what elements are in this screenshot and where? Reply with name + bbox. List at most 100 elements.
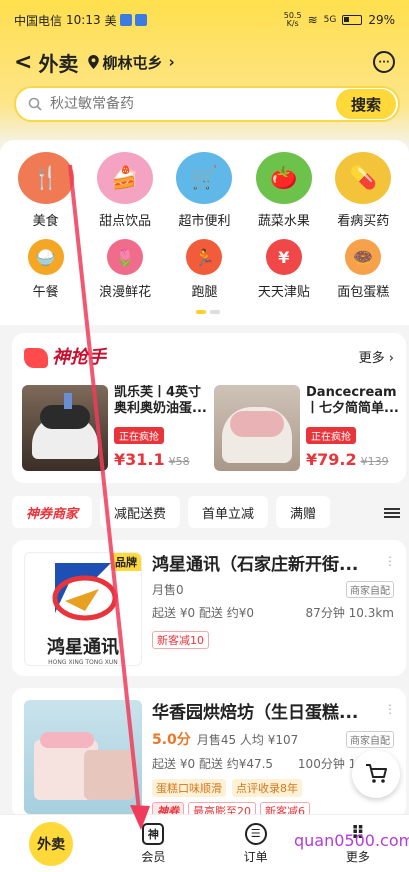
filter-chip[interactable]: 满赠 [276, 496, 331, 528]
shop-delivery: 起送 ¥0 配送 约¥0 [152, 606, 254, 620]
category-item[interactable]: 🍰 甜点饮品 [87, 140, 163, 229]
battery-level: 29% [368, 13, 395, 27]
category-grid: 🍴 美食 🍰 甜点饮品 🛒 超市便利 🍅 蔬菜水果 💊 看病买药 🍚 午餐 🌷 浪漫鲜花 🏃 跑腿 ¥ 天天津贴… [0, 140, 409, 325]
deal-name: Dancecream丨七夕简简单... [306, 385, 399, 416]
category-icon: 🍚 [27, 239, 64, 275]
more-options-icon[interactable]: ⋮ [384, 554, 396, 568]
filter-chip[interactable]: 首单立减 [188, 496, 269, 528]
category-item[interactable]: 💊 看病买药 [325, 140, 401, 229]
shop-logo-text: 鸿星通讯 [47, 637, 119, 658]
page-indicator [196, 310, 220, 314]
location-pin-icon [88, 55, 100, 69]
location-text[interactable]: 柳林屯乡 [102, 52, 162, 73]
deal-tag: 正在疯抢 [306, 427, 356, 444]
category-label: 浪漫鲜花 [99, 285, 152, 300]
wifi-icon: ≋ [307, 13, 318, 27]
shop-card[interactable]: 鸿星通讯 HONG XING TONG XUN 品牌 鸿星通讯（石家庄新开街..… [12, 540, 406, 676]
filter-chip[interactable]: 减配送费 [100, 496, 181, 528]
delivery-badge: 商家自配 [346, 730, 394, 748]
shop-logo: 鸿星通讯 HONG XING TONG XUN 品牌 [24, 552, 142, 666]
search-icon [28, 97, 42, 111]
filter-chip[interactable]: 神券商家 [12, 496, 93, 528]
category-label: 美食 [32, 214, 59, 229]
category-item[interactable]: 🌷 浪漫鲜花 [87, 229, 163, 300]
category-icon: ¥ [265, 239, 302, 275]
category-icon: 🍩 [345, 239, 382, 275]
category-item[interactable]: ¥ 天天津贴 [246, 229, 322, 300]
notification-icon [134, 14, 147, 26]
flash-sale-section: 神抢手 更多 › 凯乐芙丨4英寸奥利奥奶油蛋... 正在疯抢 ¥31.1 ¥58 … [12, 333, 406, 483]
watermark: quan0500.com [294, 831, 409, 850]
calendar-icon [119, 14, 132, 26]
carrier: 中国电信 [14, 13, 63, 28]
category-item[interactable]: 🍚 午餐 [8, 229, 84, 300]
chevron-right-icon[interactable]: › [168, 53, 174, 71]
cart-icon [366, 764, 387, 783]
category-item[interactable]: 🍅 蔬菜水果 [246, 140, 322, 229]
deal-name: 凯乐芙丨4英寸奥利奥奶油蛋... [114, 385, 207, 416]
category-item[interactable]: 🛒 超市便利 [166, 140, 242, 229]
message-icon[interactable]: ··· [373, 51, 395, 73]
cart-button[interactable] [352, 750, 400, 798]
category-icon: 🍴 [17, 152, 74, 204]
filter-menu-icon[interactable] [384, 506, 400, 520]
deal-tag: 正在疯抢 [114, 427, 164, 444]
filter-bar: 神券商家 减配送费 首单立减 满赠 [12, 496, 408, 532]
back-icon[interactable]: < [14, 50, 32, 75]
review-tag: 蛋糕口味顺滑 [152, 779, 226, 797]
more-options-icon[interactable]: ⋮ [384, 702, 396, 716]
brand-badge: 品牌 [111, 553, 141, 571]
shop-sales: 月售0 [152, 583, 184, 597]
shop-logo-subtext: HONG XING TONG XUN [48, 659, 118, 666]
category-item[interactable]: 🍩 面包蛋糕 [325, 229, 401, 300]
category-label: 天天津贴 [257, 285, 310, 300]
category-icon: 🍰 [97, 152, 154, 204]
net-speed: 50.5 K/s [283, 11, 302, 28]
category-icon: 🏃 [186, 239, 223, 275]
shop-score: 5.0分 [152, 732, 191, 748]
shop-time-distance: 87分钟 10.3km [305, 606, 394, 620]
tab-home[interactable]: 外卖 [0, 815, 102, 872]
category-label: 甜点饮品 [99, 214, 152, 229]
app-indicator: 美 [104, 13, 117, 28]
shop-card[interactable]: 华香园烘焙坊（生日蛋糕... 5.0分 月售45 人均 ¥107 商家自配 起送 ¥… [12, 688, 406, 820]
category-label: 跑腿 [191, 285, 218, 300]
tab-orders-label: 订单 [243, 849, 268, 864]
search-bar: 搜索 [14, 86, 400, 122]
more-link[interactable]: 更多 › [359, 347, 394, 366]
category-icon: 🛒 [176, 152, 233, 204]
category-label: 超市便利 [178, 214, 231, 229]
category-label: 午餐 [32, 285, 59, 300]
battery-icon [342, 15, 363, 25]
shop-name: 华香园烘焙坊（生日蛋糕... [152, 703, 359, 723]
category-label: 蔬菜水果 [257, 214, 310, 229]
review-tag: 点评收录8年 [232, 779, 302, 797]
category-icon: 🌷 [107, 239, 144, 275]
deal-card[interactable]: Dancecream丨七夕简简单... 正在疯抢 ¥79.2 ¥139 [214, 385, 404, 475]
deal-price: ¥31.1 ¥58 [114, 450, 190, 469]
promo-tag: 新客减10 [152, 631, 209, 649]
category-item[interactable]: 🏃 跑腿 [166, 229, 242, 300]
category-item[interactable]: 🍴 美食 [8, 140, 84, 229]
shop-delivery: 起送 ¥0 配送 约¥47.5 [152, 757, 274, 771]
flash-logo-icon [24, 348, 48, 368]
shop-image [24, 700, 142, 814]
tab-orders[interactable]: ☰ 订单 [205, 815, 307, 872]
deal-image [214, 385, 300, 471]
status-bar: 中国电信 10:13 美 50.5 K/s ≋ 5G 29% [0, 0, 409, 40]
delivery-badge: 商家自配 [346, 581, 394, 598]
deal-image [22, 385, 108, 471]
category-label: 面包蛋糕 [337, 285, 390, 300]
tab-more-label: 更多 [345, 849, 370, 864]
top-nav: < 外卖 柳林屯乡 › ··· [14, 44, 395, 80]
tab-member[interactable]: 神 会员 [102, 815, 204, 872]
shop-name: 鸿星通讯（石家庄新开街... [152, 555, 359, 575]
search-input[interactable] [50, 96, 336, 112]
shop-sales: 月售45 人均 ¥107 [196, 732, 299, 747]
deal-card[interactable]: 凯乐芙丨4英寸奥利奥奶油蛋... 正在疯抢 ¥31.1 ¥58 [22, 385, 212, 475]
flash-sale-title: 神抢手 [24, 343, 106, 369]
category-icon: 💊 [335, 152, 392, 204]
clock: 10:13 [66, 13, 101, 27]
search-button[interactable]: 搜索 [336, 89, 396, 119]
page-title: 外卖 [38, 51, 79, 76]
